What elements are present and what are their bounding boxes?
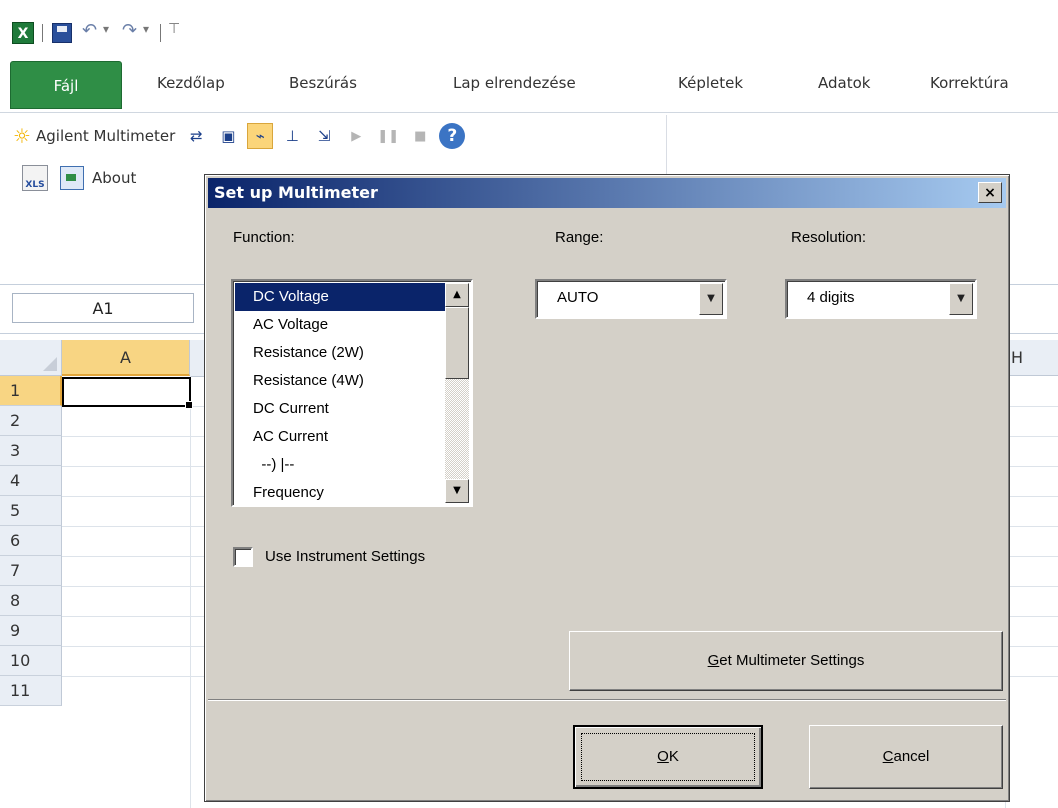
function-item-frequency[interactable]: Frequency xyxy=(235,479,447,507)
save-config-icon[interactable]: ▣ xyxy=(215,123,241,149)
resolution-dropdown-icon[interactable]: ▼ xyxy=(949,283,973,315)
ribbon-tabs: Fájl Kezdőlap Beszúrás Lap elrendezése K… xyxy=(0,58,1058,112)
active-cell-a1[interactable] xyxy=(62,377,193,409)
function-item-dc-current[interactable]: DC Current xyxy=(235,395,447,423)
row-header[interactable]: 5 xyxy=(0,496,62,526)
addin-row-2: XLS About xyxy=(22,165,136,191)
function-item-diode[interactable]: --) |-- xyxy=(235,451,447,479)
range-label: Range: xyxy=(555,229,604,246)
row-header[interactable]: 4 xyxy=(0,466,62,496)
qat-separator xyxy=(160,24,161,42)
row-header[interactable]: 2 xyxy=(0,406,62,436)
get-multimeter-settings-button[interactable]: Get Multimeter Settings xyxy=(569,631,1003,691)
tab-file[interactable]: Fájl xyxy=(10,61,122,109)
range-select[interactable]: AUTO ▼ xyxy=(535,279,727,319)
close-button[interactable]: × xyxy=(978,182,1002,203)
column-header-h[interactable]: H xyxy=(1005,340,1058,376)
grid-line xyxy=(190,376,191,808)
customize-qat-icon[interactable]: ⊤ xyxy=(168,21,180,37)
name-box[interactable]: A1 xyxy=(12,293,194,323)
resolution-select[interactable]: 4 digits ▼ xyxy=(785,279,977,319)
row-header[interactable]: 10 xyxy=(0,646,62,676)
setup-multimeter-icon[interactable]: ⌁ xyxy=(247,123,274,149)
use-instrument-settings-checkbox[interactable] xyxy=(233,547,253,567)
agilent-logo-icon: ☼ xyxy=(13,124,31,148)
row-header[interactable]: 11 xyxy=(0,676,62,706)
scroll-down-icon[interactable]: ▼ xyxy=(445,479,469,503)
row-header[interactable]: 9 xyxy=(0,616,62,646)
get-settings-label: et Multimeter Settings xyxy=(719,652,865,669)
function-label: Function: xyxy=(233,229,295,246)
focus-rect xyxy=(581,733,755,781)
redo-dropdown-icon[interactable]: ▾ xyxy=(143,22,149,36)
row-header[interactable]: 1 xyxy=(0,376,62,406)
stop-icon[interactable]: ■ xyxy=(407,123,433,149)
function-item-ac-voltage[interactable]: AC Voltage xyxy=(235,311,447,339)
row-header[interactable]: 6 xyxy=(0,526,62,556)
tab-insert[interactable]: Beszúrás xyxy=(289,74,357,92)
run-icon[interactable]: ▶ xyxy=(343,123,369,149)
qat-separator xyxy=(42,24,43,42)
about-icon[interactable] xyxy=(60,166,84,190)
addin-label: Agilent Multimeter xyxy=(36,127,176,145)
pause-icon[interactable]: ❚❚ xyxy=(375,123,401,149)
row-header[interactable]: 3 xyxy=(0,436,62,466)
excel-app-icon[interactable]: X xyxy=(12,22,34,44)
range-dropdown-icon[interactable]: ▼ xyxy=(699,283,723,315)
tab-review[interactable]: Korrektúra xyxy=(930,74,1009,92)
function-item-ac-current[interactable]: AC Current xyxy=(235,423,447,451)
function-scrollbar[interactable]: ▲ ▼ xyxy=(445,283,469,503)
function-list: DC Voltage AC Voltage Resistance (2W) Re… xyxy=(235,283,447,507)
cancel-mnemonic: C xyxy=(882,748,894,765)
cancel-label: ancel xyxy=(893,748,930,765)
get-settings-mnemonic: G xyxy=(707,652,720,669)
row-header[interactable]: 7 xyxy=(0,556,62,586)
use-instrument-settings-label[interactable]: Use Instrument Settings xyxy=(265,548,425,565)
undo-dropdown-icon[interactable]: ▾ xyxy=(103,22,109,36)
scroll-up-icon[interactable]: ▲ xyxy=(445,283,469,307)
connect-instrument-icon[interactable]: ⇄ xyxy=(183,123,209,149)
function-item-resistance-2w[interactable]: Resistance (2W) xyxy=(235,339,447,367)
setup-multimeter-dialog: Set up Multimeter × Function: Range: Res… xyxy=(204,174,1010,802)
column-header-a[interactable]: A xyxy=(62,340,190,376)
scroll-thumb[interactable] xyxy=(445,307,469,379)
addin-toolbar: ☼ Agilent Multimeter ⇄ ▣ ⌁ ⊥ ⇲ ▶ ❚❚ ■ ? xyxy=(10,121,466,151)
readings-icon[interactable]: ⊥ xyxy=(279,123,305,149)
redo-icon[interactable]: ↷ xyxy=(122,20,137,41)
range-value: AUTO xyxy=(557,289,599,306)
function-item-dc-voltage[interactable]: DC Voltage xyxy=(235,283,447,311)
about-button[interactable]: About xyxy=(92,169,136,187)
xls-export-icon[interactable]: XLS xyxy=(22,165,48,191)
help-icon[interactable]: ? xyxy=(439,123,466,149)
row-header[interactable]: 8 xyxy=(0,586,62,616)
tab-home[interactable]: Kezdőlap xyxy=(157,74,225,92)
ok-button[interactable]: OK xyxy=(573,725,763,789)
xy-chart-icon[interactable]: ⇲ xyxy=(311,123,337,149)
resolution-value: 4 digits xyxy=(807,289,855,306)
function-listbox[interactable]: DC Voltage AC Voltage Resistance (2W) Re… xyxy=(231,279,473,507)
quick-access-toolbar: X ↶ ▾ ↷ ▾ ⊤ xyxy=(0,0,1058,52)
tab-formulas[interactable]: Képletek xyxy=(678,74,743,92)
dialog-separator xyxy=(208,699,1006,701)
dialog-title-bar[interactable]: Set up Multimeter × xyxy=(208,178,1006,208)
tab-page-layout[interactable]: Lap elrendezése xyxy=(453,74,576,92)
dialog-title: Set up Multimeter xyxy=(214,183,378,202)
select-all-corner[interactable] xyxy=(0,340,62,376)
function-item-resistance-4w[interactable]: Resistance (4W) xyxy=(235,367,447,395)
save-icon[interactable] xyxy=(52,23,72,43)
tab-data[interactable]: Adatok xyxy=(818,74,870,92)
cancel-button[interactable]: Cancel xyxy=(809,725,1003,789)
resolution-label: Resolution: xyxy=(791,229,867,246)
undo-icon[interactable]: ↶ xyxy=(82,20,97,41)
